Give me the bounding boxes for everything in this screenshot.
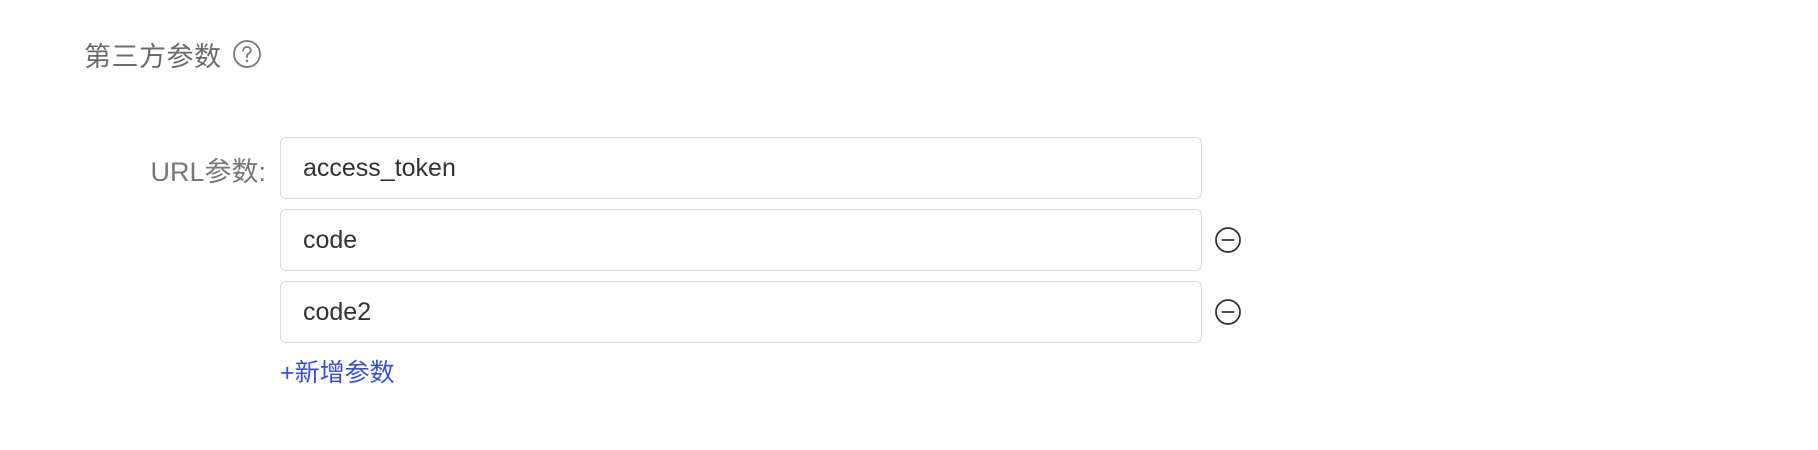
minus-circle-icon: [1215, 227, 1241, 253]
param-row: [280, 137, 1202, 199]
param-input-2[interactable]: [280, 209, 1202, 271]
url-params-label: URL参数:: [150, 156, 266, 187]
section-title: 第三方参数: [84, 41, 222, 72]
question-circle-icon[interactable]: [232, 39, 262, 69]
param-input-3[interactable]: [280, 281, 1202, 343]
param-input-1[interactable]: [280, 137, 1202, 199]
param-row: [280, 281, 1241, 343]
remove-param-button-2[interactable]: [1214, 226, 1242, 254]
remove-param-button-3[interactable]: [1214, 298, 1242, 326]
minus-circle-icon: [1215, 299, 1241, 325]
section-header: 第三方参数: [84, 32, 262, 76]
param-row: [280, 209, 1241, 271]
add-param-link[interactable]: +新增参数: [280, 353, 395, 393]
url-params-list: +新增参数: [280, 137, 1241, 393]
